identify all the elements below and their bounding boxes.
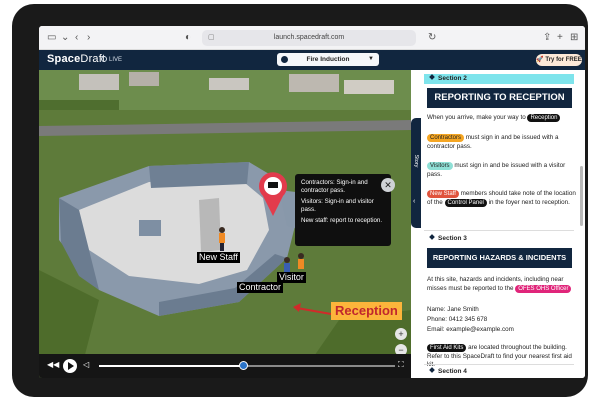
player-controls: ◀◀ ◁ ⛶ — [39, 354, 411, 378]
section-2-intro: When you arrive, make your way to Recept… — [427, 114, 577, 123]
tour-icon — [281, 56, 288, 63]
contact-phone: Phone: 0412 345 678 — [427, 316, 488, 323]
share-icon[interactable]: ⇪ — [543, 32, 551, 44]
chevron-down-icon: ▼ — [368, 56, 374, 62]
try-free-button[interactable]: 🚀 Try for FREE — [536, 54, 582, 66]
lock-icon: ▢ — [208, 34, 215, 41]
play-button[interactable] — [63, 359, 77, 373]
forward-icon[interactable]: › — [87, 32, 90, 44]
story-tab-label: Story — [413, 154, 419, 168]
panel-scrollbar[interactable] — [580, 166, 583, 226]
section-3-label: Section 3 — [438, 235, 467, 242]
info-tooltip: Contractors: Sign-in and contractor pass… — [295, 174, 391, 246]
story-panel: Section 2 REPORTING TO RECEPTION When yo… — [421, 70, 585, 378]
live-indicator: LIVE — [101, 56, 122, 63]
url-text: launch.spacedraft.com — [273, 34, 345, 41]
section-2-title: REPORTING TO RECEPTION — [427, 88, 572, 108]
diamond-icon — [429, 234, 435, 240]
visitors-paragraph: Visitors must sign in and be issued with… — [427, 162, 577, 179]
chevron-down-icon[interactable]: ⌄ — [61, 32, 69, 44]
tour-select-value: Fire Induction — [306, 56, 350, 63]
brand-logo[interactable]: SpaceDraft — [47, 53, 105, 65]
progress-fill — [99, 365, 245, 367]
tooltip-line-visitors: Visitors: Sign-in and visitor pass. — [301, 198, 374, 213]
shield-icon[interactable]: ◐ — [185, 32, 191, 44]
first-aid-paragraph: First Aid Kits are located throughout th… — [427, 344, 577, 370]
contractors-pill[interactable]: Contractors — [427, 134, 465, 142]
tooltip-line-contractors: Contractors: Sign-in and contractor pass… — [301, 179, 368, 194]
reception-pill[interactable]: Reception — [527, 114, 561, 122]
zoom-in-button[interactable]: + — [395, 328, 407, 340]
fullscreen-icon[interactable]: ⛶ — [398, 360, 404, 370]
progress-thumb[interactable] — [239, 361, 249, 370]
new-staff-pill[interactable]: New Staff — [427, 190, 459, 198]
try-free-label: Try for FREE — [545, 57, 582, 63]
officer-pill[interactable]: OFES OHS Officer — [515, 284, 572, 293]
tooltip-line-new-staff: New staff: report to reception. — [301, 217, 383, 224]
address-bar[interactable]: ▢ launch.spacedraft.com — [202, 30, 416, 46]
sidebar-icon[interactable]: ▭ — [47, 32, 56, 44]
reload-icon[interactable]: ↻ — [428, 32, 436, 44]
divider — [424, 364, 574, 365]
live-label: LIVE — [109, 57, 123, 63]
contact-email: Email: example@example.com — [427, 326, 514, 333]
section-3-title: REPORTING HAZARDS & INCIDENTS — [427, 248, 572, 268]
section-2-label: Section 2 — [438, 75, 467, 82]
contact-name: Name: Jane Smith — [427, 306, 479, 313]
new-staff-text-2: in the foyer next to reception. — [488, 198, 570, 206]
chevron-left-icon: ‹ — [413, 198, 416, 205]
contractors-paragraph: Contractors must sign in and be issued w… — [427, 134, 577, 151]
app-header: SpaceDraft LIVE Fire Induction ▼ 🚀 Try f… — [39, 50, 585, 70]
new-staff-label[interactable]: New Staff — [197, 252, 240, 263]
close-icon[interactable]: ✕ — [381, 178, 395, 192]
divider — [424, 230, 574, 231]
new-tab-icon[interactable]: + — [557, 32, 563, 44]
browser-toolbar: ▭ ⌄ ‹ › ◐ ▢ launch.spacedraft.com ↻ ⇪ + … — [39, 26, 585, 50]
contractor-label[interactable]: Contractor — [237, 282, 284, 293]
diamond-icon — [429, 367, 435, 373]
first-aid-pill[interactable]: First Aid Kits — [427, 344, 467, 352]
section-4-label: Section 4 — [438, 368, 467, 375]
new-staff-paragraph: New Staff members should take note of th… — [427, 190, 577, 207]
live-icon — [101, 56, 107, 62]
skip-back-icon[interactable]: ◀◀ — [47, 360, 59, 369]
tabs-overview-icon[interactable]: ⊞ — [570, 32, 578, 44]
aerial-3d-viewer[interactable]: Contractors: Sign-in and contractor pass… — [39, 70, 411, 378]
brand-part-a: Space — [47, 53, 81, 65]
reception-label[interactable]: Reception — [331, 302, 402, 320]
back-icon[interactable]: ‹ — [75, 32, 78, 44]
section-2-header[interactable]: Section 2 — [424, 74, 574, 84]
diamond-icon — [429, 74, 435, 80]
intro-text: When you arrive, make your way to — [427, 114, 526, 121]
tour-select[interactable]: Fire Induction ▼ — [277, 53, 379, 66]
visitors-pill[interactable]: Visitors — [427, 162, 453, 170]
story-tab[interactable]: Story ‹ — [411, 118, 421, 228]
screen: ▭ ⌄ ‹ › ◐ ▢ launch.spacedraft.com ↻ ⇪ + … — [39, 26, 585, 378]
volume-icon[interactable]: ◁ — [83, 360, 89, 369]
hazards-paragraph: At this site, hazards and incidents, inc… — [427, 276, 577, 293]
control-panel-pill[interactable]: Control Panel — [444, 198, 487, 207]
section-4-header[interactable]: Section 4 — [424, 367, 574, 377]
section-3-header[interactable]: Section 3 — [424, 234, 574, 244]
